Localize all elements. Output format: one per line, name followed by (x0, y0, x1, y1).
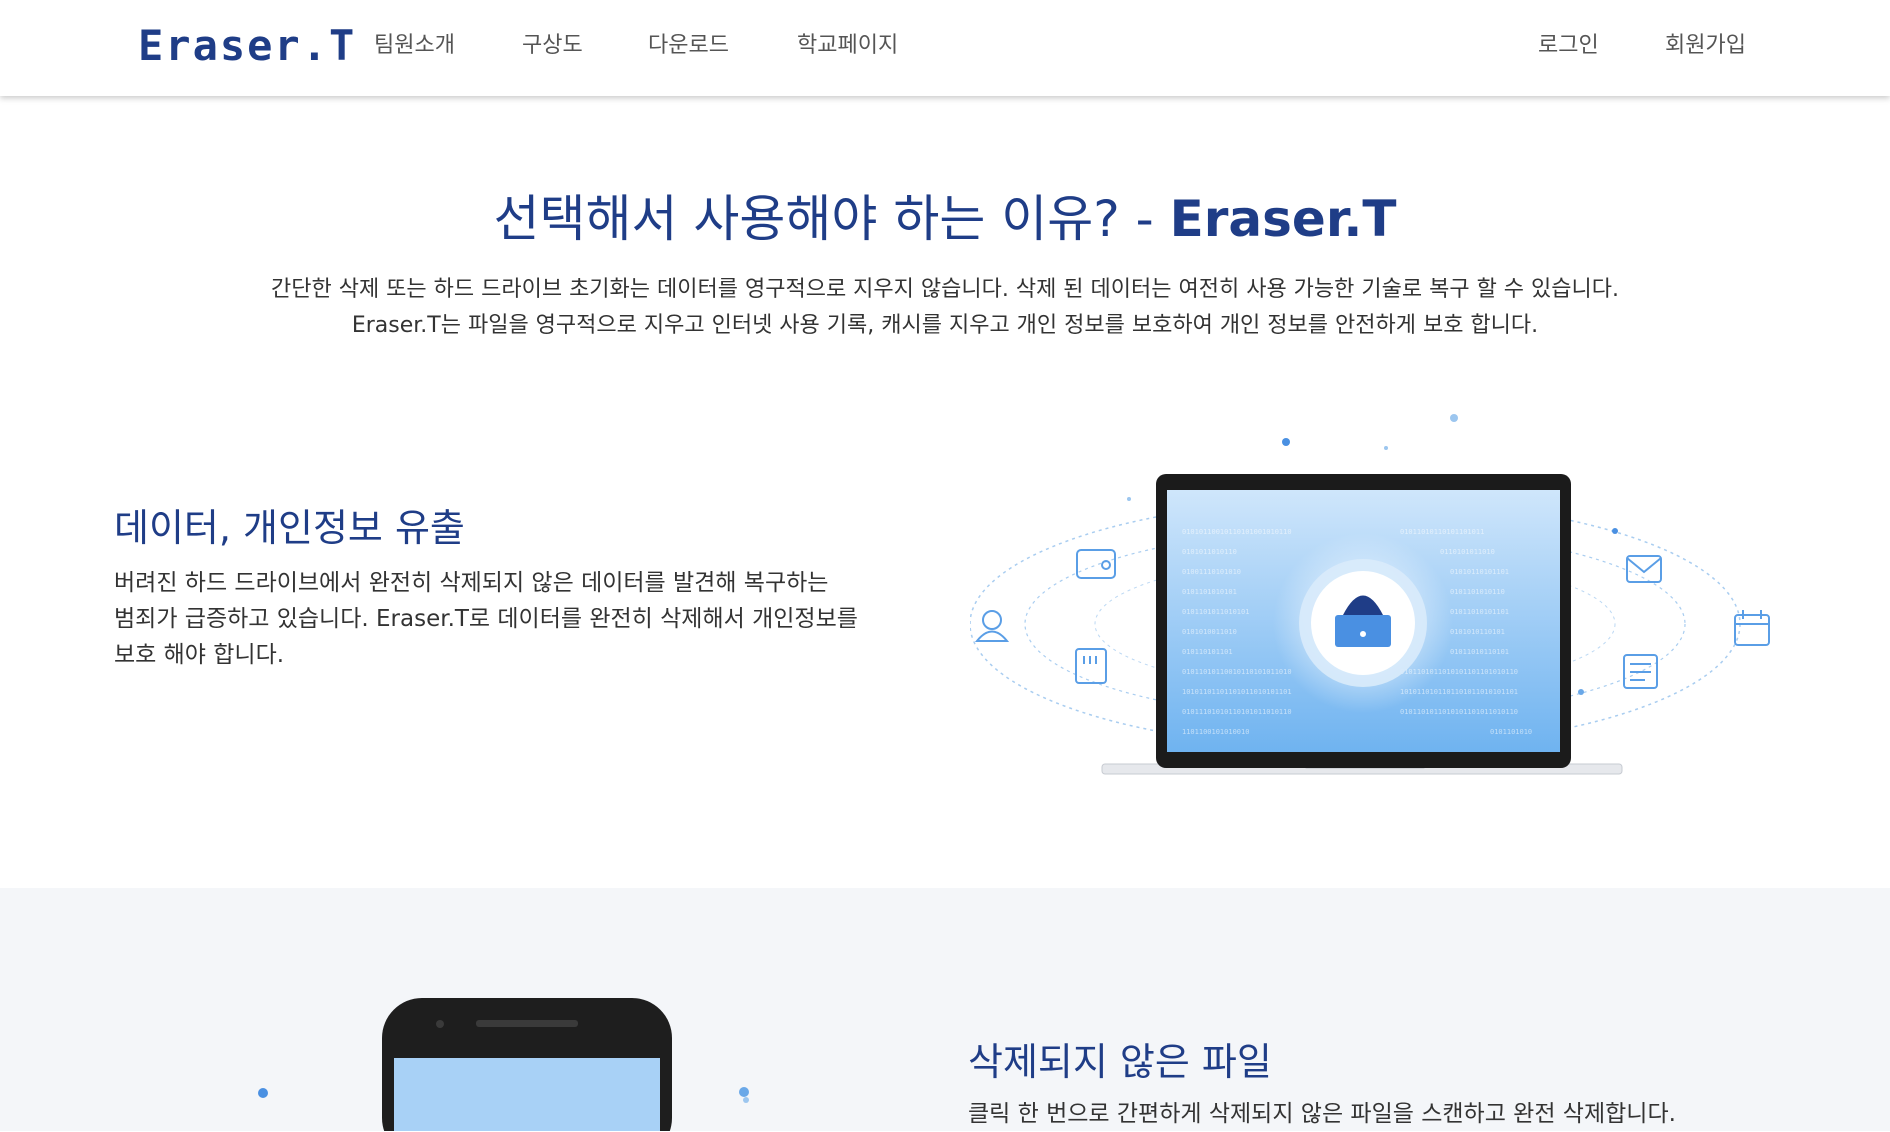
document-icon (1623, 654, 1658, 689)
svg-text:0101010110101: 0101010110101 (1450, 628, 1505, 636)
svg-text:10101101101101011010101101: 10101101101101011010101101 (1182, 688, 1292, 696)
nav-link-school[interactable]: 학교페이지 (797, 30, 898, 62)
feature2-title: 삭제되지 않은 파일 (968, 1040, 1272, 1084)
svg-text:0101101011010101: 0101101011010101 (1182, 608, 1249, 616)
decor-dot (258, 1088, 268, 1098)
feature1-description: 버려진 하드 드라이브에서 완전히 삭제되지 않은 데이터를 발견해 복구하는 … (114, 565, 858, 673)
svg-text:0101101010110: 0101101010110 (1450, 588, 1505, 596)
user-icon (974, 610, 1010, 642)
decor-dot (1384, 446, 1388, 450)
login-link[interactable]: 로그인 (1538, 30, 1599, 62)
hero-title-brand: Eraser.T (1169, 190, 1397, 248)
hero-title-prefix: 선택해서 사용해야 하는 이유? - (493, 190, 1170, 248)
svg-text:01001110101010: 01001110101010 (1182, 568, 1241, 576)
decor-dot (1450, 414, 1458, 422)
nav-link-download[interactable]: 다운로드 (648, 30, 729, 62)
svg-text:0101101010101: 0101101010101 (1182, 588, 1237, 596)
hero-title: 선택해서 사용해야 하는 이유? - Eraser.T (0, 186, 1890, 252)
feature1-desc-line-2: 범죄가 급증하고 있습니다. Eraser.T로 데이터를 완전히 삭제해서 개… (114, 606, 858, 632)
svg-text:01011010110010110101011010: 01011010110010110101011010 (1182, 668, 1292, 676)
signup-link[interactable]: 회원가입 (1665, 30, 1746, 62)
svg-text:01011010101101: 01011010101101 (1450, 608, 1509, 616)
svg-text:010110101101: 010110101101 (1182, 648, 1233, 656)
top-navbar: Eraser.T 팀원소개 구상도 다운로드 학교페이지 로그인 회원가입 (0, 0, 1890, 96)
svg-text:0110101011010: 0110101011010 (1440, 548, 1495, 556)
logo[interactable]: Eraser.T (138, 22, 356, 70)
svg-text:01010110101101: 01010110101101 (1450, 568, 1509, 576)
hero-description: 간단한 삭제 또는 하드 드라이브 초기화는 데이터를 영구적으로 지우지 않습… (0, 272, 1890, 344)
sd-card-icon (1075, 648, 1107, 684)
svg-text:01010110010110101001010110: 01010110010110101001010110 (1182, 528, 1292, 536)
decor-dot (1282, 438, 1290, 446)
hero-desc-line-1: 간단한 삭제 또는 하드 드라이브 초기화는 데이터를 영구적으로 지우지 않습… (270, 277, 1619, 302)
svg-text:01011101010110101011010110: 01011101010110101011010110 (1182, 708, 1292, 716)
nav-link-team[interactable]: 팀원소개 (374, 30, 455, 62)
feature1-desc-line-1: 버려진 하드 드라이브에서 완전히 삭제되지 않은 데이터를 발견해 복구하는 (114, 570, 829, 596)
feature2-description: 클릭 한 번으로 간편하게 삭제되지 않은 파일을 스캔하고 완전 삭제합니다. (968, 1101, 1676, 1127)
hero-desc-line-2: Eraser.T는 파일을 영구적으로 지우고 인터넷 사용 기록, 캐시를 지… (351, 313, 1539, 338)
svg-text:0101101011010101101011010110: 0101101011010101101011010110 (1400, 708, 1518, 716)
nav-link-concept[interactable]: 구상도 (522, 30, 583, 62)
decor-dot (1612, 528, 1618, 534)
decor-dot-small (743, 1097, 749, 1103)
feature1-desc-line-3: 보호 해야 합니다. (114, 642, 285, 668)
decor-dot (1578, 689, 1584, 695)
svg-text:1101100101010010: 1101100101010010 (1182, 728, 1249, 736)
feature1-title: 데이터, 개인정보 유출 (114, 506, 465, 550)
svg-text:01011010110101101011: 01011010110101101011 (1400, 528, 1484, 536)
calendar-icon (1734, 610, 1770, 646)
svg-text:0101010011010: 0101010011010 (1182, 628, 1237, 636)
wallet-icon (1076, 549, 1116, 579)
svg-text:01011010110101: 01011010110101 (1450, 648, 1509, 656)
phone-illustration (258, 998, 749, 1131)
svg-text:0101101010: 0101101010 (1490, 728, 1532, 736)
svg-text:0101011010110: 0101011010110 (1182, 548, 1237, 556)
laptop-illustration: 01010110010110101001010110 0101011010110… (970, 414, 1770, 775)
decor-dot (1127, 497, 1131, 501)
